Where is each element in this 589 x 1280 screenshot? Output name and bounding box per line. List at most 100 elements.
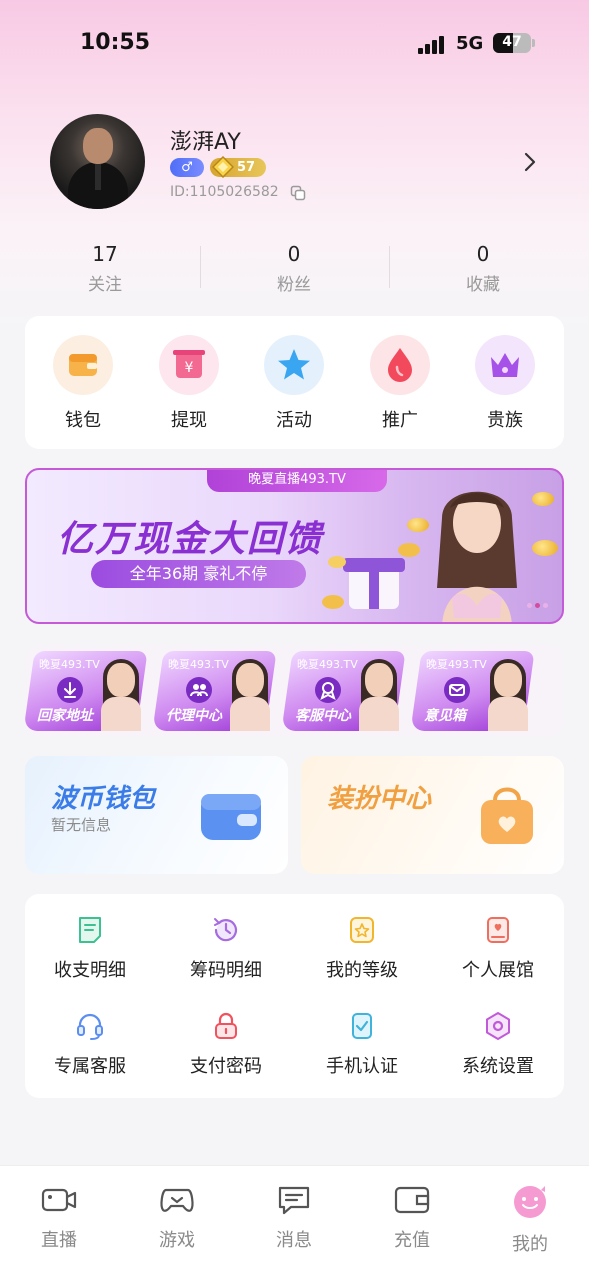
quick-label: 活动 [276,410,312,431]
history-icon [214,918,238,942]
quick-label: 提现 [171,410,207,431]
stat-label: 粉丝 [277,275,311,295]
menu-phone-verification[interactable]: 手机认证 [302,1010,422,1078]
menu-payment-password[interactable]: 支付密码 [166,1010,286,1078]
bobi-wallet-card[interactable]: 波币钱包 暂无信息 [25,756,288,874]
mail-icon [444,677,470,703]
nav-label: 消息 [276,1230,312,1251]
shortcut-label: 意见箱 [424,708,466,724]
stat-divider [389,246,390,288]
shortcut-home-address[interactable]: 晚夏493.TV 回家地址 [23,651,148,731]
banner-model-image [437,491,517,622]
star-icon [264,335,324,395]
receipt-icon [79,917,101,943]
download-icon [57,677,83,703]
username: 澎湃AY [170,130,241,155]
gallery-icon [487,917,509,943]
shortcut-label: 回家地址 [37,708,93,724]
wallet-icon [53,335,113,395]
user-id: ID:1105026582 [170,184,279,200]
promo-banner[interactable]: 晚夏直播493.TV 亿万现金大回馈 全年36期 豪礼不停 [25,468,564,624]
shortcut-brand: 晚夏493.TV [168,658,229,671]
dress-up-center-card[interactable]: 装扮中心 [301,756,564,874]
stat-divider [200,246,201,288]
stat-label: 收藏 [466,275,500,295]
nav-label: 充值 [394,1230,430,1251]
menu-label: 手机认证 [326,1056,398,1077]
settings-icon [486,1012,510,1040]
menu-exclusive-service[interactable]: 专属客服 [30,1010,150,1078]
stat-label: 关注 [88,275,122,295]
signal-icon [418,34,448,54]
menu-label: 支付密码 [190,1056,262,1077]
stat-following[interactable]: 17 关注 [50,242,160,295]
level-number: 57 [237,160,256,175]
stat-value: 0 [287,242,301,266]
nav-games[interactable]: 游戏 [137,1184,217,1252]
avatar[interactable] [50,114,145,209]
quick-label: 钱包 [65,410,101,431]
level-diamond-icon [212,156,234,178]
nav-recharge[interactable]: 充值 [372,1184,452,1252]
battery-tip [532,39,535,47]
quick-wallet[interactable]: 钱包 [43,335,123,432]
quick-activity[interactable]: 活动 [254,335,334,432]
shortcut-feedback[interactable]: 晚夏493.TV 意见箱 [410,651,535,731]
menu-personal-gallery[interactable]: 个人展馆 [438,914,558,982]
chevron-right-icon[interactable] [522,152,538,172]
stat-value: 17 [92,242,118,266]
wallet-3d-icon [201,794,261,840]
shortcut-brand: 晚夏493.TV [426,658,487,671]
promo-title: 装扮中心 [327,784,432,814]
withdraw-icon: ¥ [159,335,219,395]
stat-fans[interactable]: 0 粉丝 [239,242,349,295]
menu-income-details[interactable]: 收支明细 [30,914,150,982]
shortcut-brand: 晚夏493.TV [297,658,358,671]
drop-icon [370,335,430,395]
nav-mine[interactable]: 我的 [490,1184,570,1256]
battery-level: 47 [502,34,522,50]
level-badge: 57 [210,156,266,178]
bottom-navigation: 直播 游戏 消息 充值 我的 [0,1165,589,1280]
stat-favorites[interactable]: 0 收藏 [428,242,538,295]
shortcut-agent-center[interactable]: 晚夏493.TV 代理中心 [152,651,277,731]
menu-label: 我的等级 [326,960,398,981]
quick-withdraw[interactable]: ¥ 提现 [149,335,229,432]
camera-icon [41,1188,77,1212]
menu-label: 专属客服 [54,1056,126,1077]
status-time: 10:55 [80,30,151,55]
copy-icon[interactable] [290,185,306,201]
shortcut-customer-service[interactable]: 晚夏493.TV 客服中心 [281,651,406,731]
gift-box-icon [322,543,420,609]
quick-noble[interactable]: 贵族 [465,335,545,432]
menu-label: 系统设置 [462,1056,534,1077]
profile-icon [514,1186,546,1218]
gamepad-icon [160,1188,194,1212]
menu-label: 收支明细 [54,960,126,981]
shopping-bag-icon [481,787,533,844]
shortcut-label: 客服中心 [295,708,351,724]
shortcut-brand: 晚夏493.TV [39,658,100,671]
badge-icon [350,917,374,943]
people-icon [186,677,212,703]
banner-pagination [524,593,548,612]
banner-title: 亿万现金大回馈 [57,519,324,560]
menu-label: 个人展馆 [462,960,534,981]
menu-my-level[interactable]: 我的等级 [302,914,422,982]
message-icon [278,1186,310,1215]
promo-title: 波币钱包 [51,784,156,814]
quick-label: 推广 [382,410,418,431]
phone-check-icon [352,1013,372,1039]
menu-label: 筹码明细 [190,960,262,981]
quick-promote[interactable]: 推广 [360,335,440,432]
network-label: 5G [456,33,484,54]
lock-icon [215,1012,237,1039]
battery-icon: 47 [493,33,531,53]
promo-subtitle: 暂无信息 [51,816,112,834]
crown-icon [475,335,535,395]
nav-messages[interactable]: 消息 [254,1184,334,1252]
nav-live[interactable]: 直播 [19,1184,99,1252]
menu-chip-details[interactable]: 筹码明细 [166,914,286,982]
menu-system-settings[interactable]: 系统设置 [438,1010,558,1078]
shortcut-label: 代理中心 [166,708,222,724]
